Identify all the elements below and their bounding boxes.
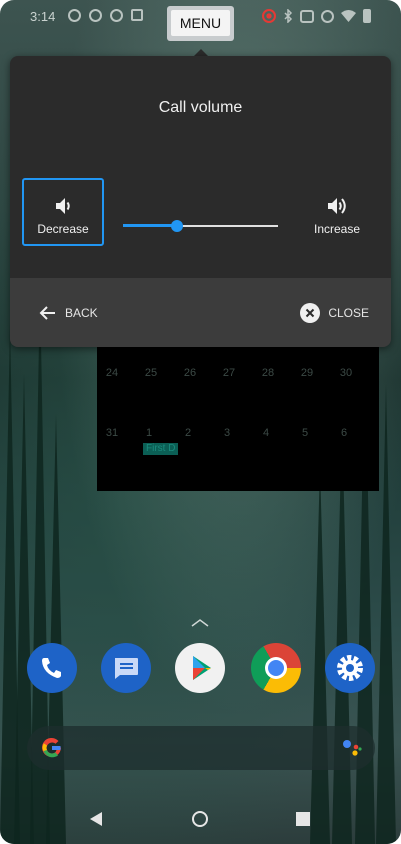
- system-icons: [262, 9, 371, 23]
- notification-icon: [68, 9, 81, 22]
- calendar-day[interactable]: 24: [93, 367, 131, 379]
- background-tree: [376, 384, 396, 844]
- play-store-icon[interactable]: [175, 643, 225, 693]
- slider-thumb[interactable]: [171, 220, 184, 232]
- google-g-icon: [42, 737, 61, 758]
- battery-icon: [363, 9, 371, 23]
- phone-icon[interactable]: [27, 643, 77, 693]
- calendar-day[interactable]: 30: [327, 367, 365, 379]
- wifi-icon: [341, 10, 356, 22]
- notification-icon: [89, 9, 102, 22]
- calendar-day[interactable]: 6: [325, 427, 363, 439]
- chevron-up-icon[interactable]: [191, 619, 209, 627]
- recents-square-icon[interactable]: [296, 812, 310, 826]
- navigation-bar: [0, 806, 401, 832]
- home-circle-icon[interactable]: [191, 810, 209, 828]
- calendar-day[interactable]: 5: [286, 427, 324, 439]
- chrome-icon[interactable]: [251, 643, 301, 693]
- settings-icon[interactable]: [325, 643, 375, 693]
- notification-icons: [68, 9, 143, 22]
- vibrate-icon: [300, 9, 314, 23]
- calendar-day[interactable]: 27: [210, 367, 248, 379]
- notification-icon: [110, 9, 123, 22]
- google-assistant-icon[interactable]: [341, 737, 363, 759]
- calendar-day[interactable]: 31: [93, 427, 131, 439]
- increase-button[interactable]: Increase: [296, 178, 378, 246]
- close-icon: [300, 303, 321, 323]
- notification-icon: [131, 9, 143, 21]
- calendar-day[interactable]: 25: [132, 367, 170, 379]
- screen-record-icon: [262, 9, 276, 23]
- calendar-day[interactable]: 3: [208, 427, 246, 439]
- calendar-day[interactable]: 4: [247, 427, 285, 439]
- back-button[interactable]: BACK: [38, 302, 98, 324]
- calendar-day[interactable]: 26: [171, 367, 209, 379]
- back-label: BACK: [65, 306, 98, 320]
- dialog-title: Call volume: [158, 99, 243, 116]
- close-label: CLOSE: [328, 306, 369, 320]
- decrease-button[interactable]: Decrease: [22, 178, 104, 246]
- calendar-day[interactable]: 2: [169, 427, 207, 439]
- calendar-widget: 24 25 26 27 28 29 30 31 1 2 3 4 5 6 Firs…: [97, 345, 379, 491]
- back-triangle-icon[interactable]: [89, 811, 103, 827]
- menu-button[interactable]: MENU: [171, 10, 230, 36]
- slider-fill: [123, 224, 178, 227]
- calendar-day[interactable]: 1: [130, 427, 168, 439]
- messages-icon[interactable]: [101, 643, 151, 693]
- app-dock: [0, 643, 401, 695]
- calendar-day[interactable]: 28: [249, 367, 287, 379]
- volume-dialog: Call volume Decrease Increase BACK CLOSE: [10, 56, 391, 347]
- volume-slider[interactable]: [123, 219, 278, 233]
- decrease-label: Decrease: [37, 222, 89, 236]
- background-tree: [46, 414, 66, 844]
- dialog-footer: BACK CLOSE: [10, 278, 391, 347]
- volume-up-icon: [328, 198, 346, 214]
- calendar-day[interactable]: 29: [288, 367, 326, 379]
- dnd-icon: [321, 9, 334, 23]
- phone-screen: 3:14 MENU 24 25 26 27 28 29 30 31 1 2 3 …: [0, 0, 401, 844]
- bluetooth-icon: [284, 9, 293, 23]
- increase-label: Increase: [313, 222, 361, 236]
- volume-down-icon: [56, 198, 70, 214]
- close-button[interactable]: CLOSE: [300, 302, 369, 324]
- arrow-left-icon: [39, 306, 55, 320]
- status-time: 3:14: [30, 9, 56, 24]
- calendar-event-chip[interactable]: First D: [143, 443, 179, 455]
- google-search-bar[interactable]: [27, 726, 375, 770]
